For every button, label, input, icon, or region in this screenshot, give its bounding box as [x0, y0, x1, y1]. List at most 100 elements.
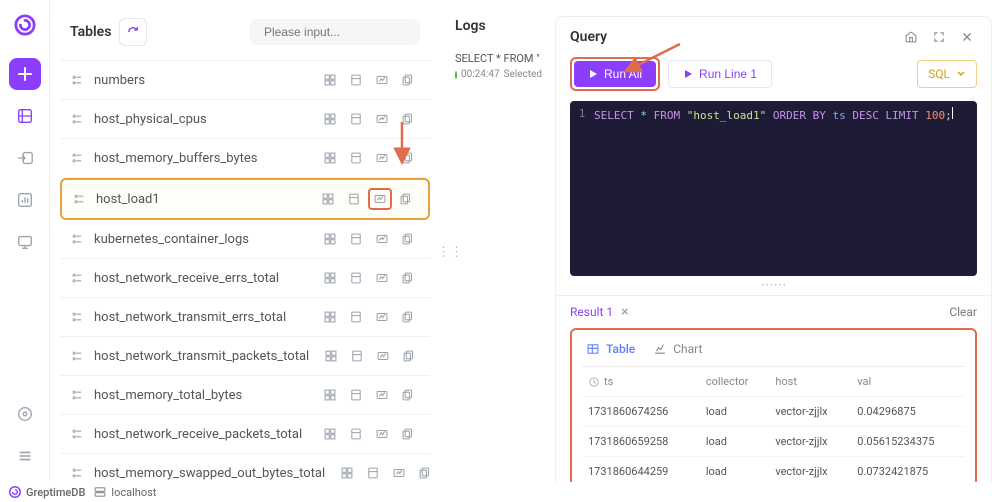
action-columns-icon[interactable]: [318, 306, 342, 328]
action-chart-icon[interactable]: [370, 384, 394, 406]
column-header[interactable]: collector: [700, 367, 769, 397]
action-copy-icon[interactable]: [396, 147, 420, 169]
table-row[interactable]: host_physical_cpus: [60, 100, 430, 139]
action-details-icon[interactable]: [344, 267, 368, 289]
table-row[interactable]: host_memory_buffers_bytes: [60, 139, 430, 178]
action-columns-icon[interactable]: [335, 462, 359, 482]
result-tab[interactable]: Result 1 ×: [570, 304, 629, 320]
tab-chart[interactable]: Chart: [653, 342, 702, 356]
action-columns-icon[interactable]: [318, 108, 342, 130]
column-header[interactable]: host: [769, 367, 851, 397]
table-type-icon: [70, 271, 84, 285]
action-chart-icon[interactable]: [368, 188, 392, 210]
table-row[interactable]: numbers: [60, 61, 430, 100]
action-chart-icon[interactable]: [387, 462, 411, 482]
action-copy-icon[interactable]: [413, 462, 430, 482]
brand-label: GreptimeDB: [26, 486, 85, 499]
action-columns-icon[interactable]: [316, 188, 340, 210]
run-line-button[interactable]: Run Line 1: [668, 60, 772, 88]
clear-button[interactable]: Clear: [949, 305, 977, 319]
tab-table[interactable]: Table: [586, 342, 635, 356]
action-chart-icon[interactable]: [370, 423, 394, 445]
action-chart-icon[interactable]: [370, 267, 394, 289]
action-details-icon[interactable]: [344, 147, 368, 169]
action-copy-icon[interactable]: [396, 384, 420, 406]
action-chart-icon[interactable]: [370, 147, 394, 169]
menu-icon[interactable]: [9, 440, 41, 472]
column-header[interactable]: val: [851, 367, 965, 397]
table-row[interactable]: host_network_transmit_errs_total: [60, 298, 430, 337]
action-columns-icon[interactable]: [318, 147, 342, 169]
query-title: Query: [570, 29, 893, 45]
action-copy-icon[interactable]: [396, 69, 420, 91]
action-chart-icon[interactable]: [370, 228, 394, 250]
fullscreen-icon[interactable]: [929, 27, 949, 47]
table-row[interactable]: host_network_transmit_packets_total: [60, 337, 430, 376]
action-details-icon[interactable]: [361, 462, 385, 482]
table-row[interactable]: host_memory_swapped_out_bytes_total: [60, 454, 430, 482]
table-row[interactable]: host_load1: [60, 178, 430, 220]
action-copy-icon[interactable]: [396, 108, 420, 130]
search-input[interactable]: [264, 25, 419, 39]
language-select[interactable]: SQL: [917, 60, 977, 88]
action-details-icon[interactable]: [344, 228, 368, 250]
resize-handle-icon[interactable]: ⋯⋯: [556, 276, 991, 295]
action-columns-icon[interactable]: [318, 69, 342, 91]
status-icon[interactable]: [9, 398, 41, 430]
action-copy-icon[interactable]: [394, 188, 418, 210]
data-cell: 1731860659258: [582, 427, 700, 457]
nav-monitor-icon[interactable]: [9, 226, 41, 258]
nav-ingest-icon[interactable]: [9, 142, 41, 174]
action-details-icon[interactable]: [344, 384, 368, 406]
action-chart-icon[interactable]: [370, 108, 394, 130]
action-copy-icon[interactable]: [396, 306, 420, 328]
footer-host: localhost: [93, 485, 156, 499]
action-details-icon[interactable]: [344, 69, 368, 91]
action-details-icon[interactable]: [345, 345, 369, 367]
action-details-icon[interactable]: [344, 108, 368, 130]
table-actions: [318, 423, 420, 445]
status-dot-icon: [455, 71, 457, 79]
action-chart-icon[interactable]: [370, 306, 394, 328]
run-all-button[interactable]: Run All: [574, 61, 656, 87]
drag-handle-icon[interactable]: ⋮⋮: [437, 245, 463, 260]
action-details-icon[interactable]: [344, 306, 368, 328]
footer-brand: GreptimeDB: [8, 485, 85, 499]
tab-table-label: Table: [606, 342, 635, 356]
table-row[interactable]: kubernetes_container_logs: [60, 220, 430, 259]
table-row[interactable]: host_memory_total_bytes: [60, 376, 430, 415]
action-columns-icon[interactable]: [318, 423, 342, 445]
export-icon[interactable]: [901, 27, 921, 47]
logs-panel: Logs SELECT * FROM "h00:24:47Selected: [445, 10, 540, 80]
action-columns-icon[interactable]: [318, 267, 342, 289]
data-cell: vector-zjjlx: [769, 427, 851, 457]
clock-icon: [588, 376, 600, 388]
add-button[interactable]: [9, 58, 41, 90]
data-cell: vector-zjjlx: [769, 397, 851, 427]
action-details-icon[interactable]: [342, 188, 366, 210]
close-icon[interactable]: [957, 27, 977, 47]
action-copy-icon[interactable]: [396, 423, 420, 445]
result-close-icon[interactable]: ×: [621, 304, 628, 320]
log-item[interactable]: SELECT * FROM "h00:24:47Selected: [445, 48, 540, 80]
sql-editor[interactable]: 1 SELECT * FROM "host_load1" ORDER BY ts…: [570, 101, 977, 276]
table-type-icon: [70, 73, 84, 87]
nav-dashboard-icon[interactable]: [9, 184, 41, 216]
table-actions: [318, 267, 420, 289]
action-copy-icon[interactable]: [396, 228, 420, 250]
search-box[interactable]: [250, 19, 420, 45]
refresh-icon[interactable]: [119, 18, 147, 46]
action-columns-icon[interactable]: [318, 228, 342, 250]
action-copy-icon[interactable]: [396, 267, 420, 289]
action-details-icon[interactable]: [344, 423, 368, 445]
action-columns-icon[interactable]: [318, 384, 342, 406]
action-chart-icon[interactable]: [370, 69, 394, 91]
table-row[interactable]: host_network_receive_errs_total: [60, 259, 430, 298]
action-chart-icon[interactable]: [371, 345, 395, 367]
tab-chart-label: Chart: [673, 342, 702, 356]
column-header[interactable]: ts: [582, 367, 700, 397]
action-copy-icon[interactable]: [397, 345, 421, 367]
table-row[interactable]: host_network_receive_packets_total: [60, 415, 430, 454]
action-columns-icon[interactable]: [319, 345, 343, 367]
nav-tables-icon[interactable]: [9, 100, 41, 132]
